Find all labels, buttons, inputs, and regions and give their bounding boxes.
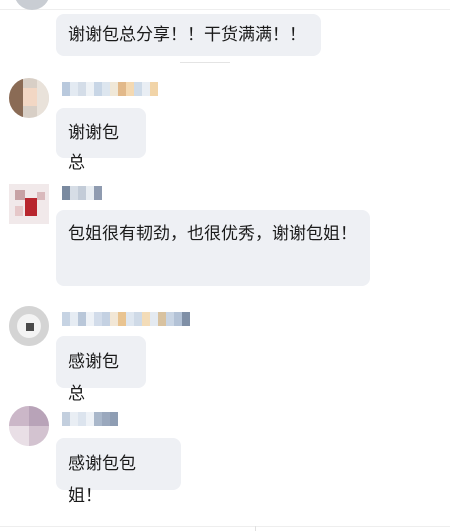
message-bubble: 谢谢包总分享！！干货满满！！ bbox=[56, 14, 321, 56]
message-bubble: 包姐很有韧劲，也很优秀，谢谢包姐！ bbox=[56, 210, 370, 286]
sender-name-blurred bbox=[62, 412, 118, 426]
bottom-divider bbox=[0, 526, 450, 527]
avatar bbox=[9, 306, 49, 346]
sender-name-blurred bbox=[62, 186, 102, 200]
divider bbox=[255, 526, 256, 531]
sender-name-blurred bbox=[62, 312, 190, 326]
avatar bbox=[9, 184, 49, 224]
message-bubble: 感谢包包姐！ bbox=[56, 438, 181, 506]
message-bubble: 谢谢包总 bbox=[56, 108, 146, 173]
message-bubble: 感谢包总 bbox=[56, 336, 146, 404]
avatar bbox=[9, 78, 49, 118]
top-divider bbox=[0, 9, 450, 10]
divider bbox=[180, 62, 230, 63]
sender-name-blurred bbox=[62, 82, 158, 96]
avatar bbox=[9, 406, 49, 446]
